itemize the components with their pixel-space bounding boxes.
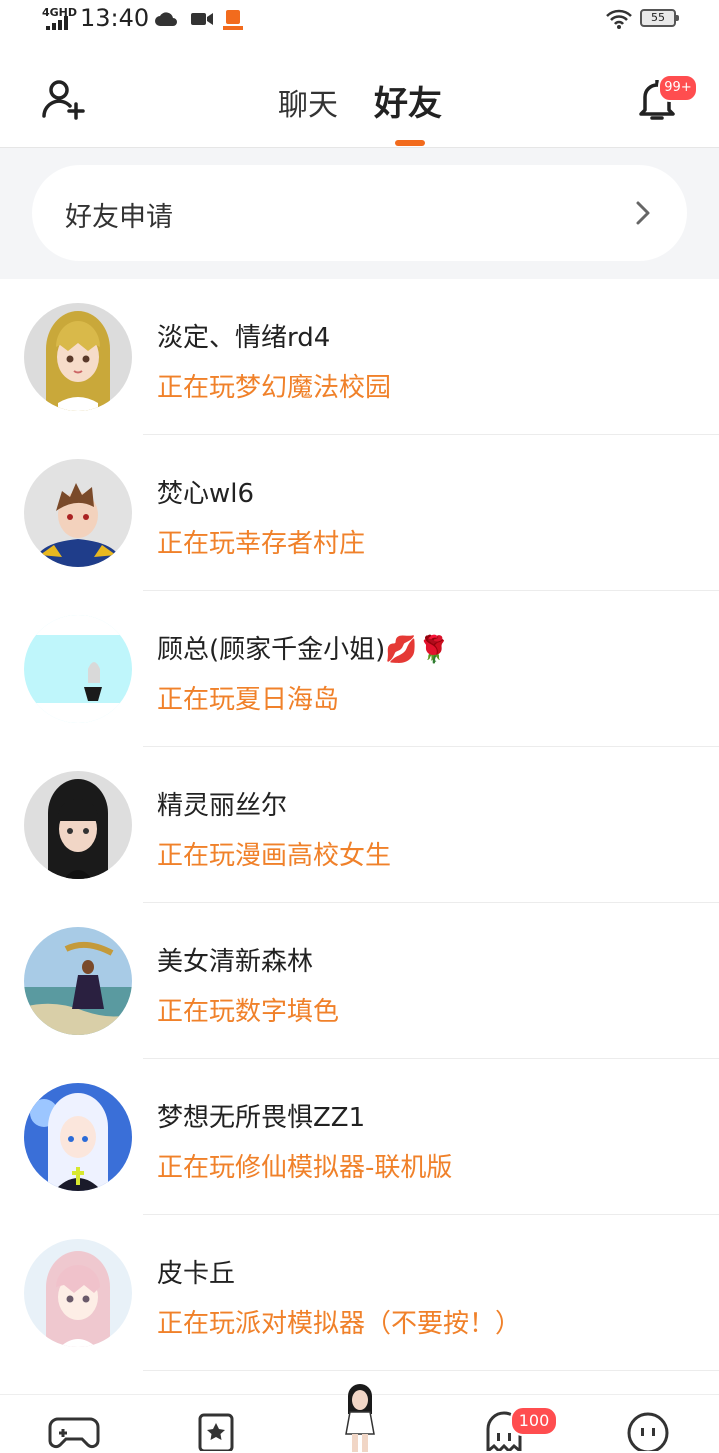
tab-chat[interactable]: 聊天: [278, 80, 338, 124]
status-bar: 4GHD 13:40 55: [0, 0, 719, 40]
top-bar: 聊天 好友 99+: [0, 40, 719, 148]
friend-request-label: 好友申请: [65, 202, 173, 233]
friend-row[interactable]: 美女清新森林 正在玩数字填色: [0, 903, 719, 1059]
friend-status: 正在玩幸存者村庄: [157, 529, 366, 559]
avatar-character[interactable]: [332, 1384, 388, 1452]
friend-name: 皮卡丘: [157, 1259, 236, 1289]
friend-row[interactable]: 精灵丽丝尔 正在玩漫画高校女生: [0, 747, 719, 903]
friend-row[interactable]: 梦想无所畏惧ZZ1 正在玩修仙模拟器-联机版: [0, 1059, 719, 1215]
friend-request-section: 好友申请: [0, 148, 719, 279]
gamepad-icon[interactable]: [48, 1411, 100, 1451]
avatar[interactable]: [24, 459, 132, 567]
star-card-icon[interactable]: [197, 1411, 235, 1451]
friend-status: 正在玩数字填色: [157, 997, 340, 1027]
friend-status: 正在玩修仙模拟器-联机版: [157, 1153, 453, 1183]
friend-name: 梦想无所畏惧ZZ1: [157, 1103, 366, 1133]
friend-name: 顾总(顾家千金小姐)💋🌹: [157, 635, 451, 665]
friend-name: 淡定、情绪rd4: [157, 323, 331, 353]
friend-row[interactable]: 焚心wl6 正在玩幸存者村庄: [0, 435, 719, 591]
app-notification-icon: [223, 10, 243, 30]
friend-row[interactable]: 皮卡丘 正在玩派对模拟器（不要按！）: [0, 1215, 719, 1371]
video-icon: [191, 13, 213, 25]
friend-row[interactable]: 淡定、情绪rd4 正在玩梦幻魔法校园: [0, 279, 719, 435]
add-friend-icon[interactable]: [40, 78, 86, 120]
cloud-icon: [155, 12, 177, 26]
friend-row[interactable]: 顾总(顾家千金小姐)💋🌹 正在玩夏日海岛: [0, 591, 719, 747]
chat-face-icon[interactable]: [626, 1411, 670, 1451]
active-tab-indicator: [395, 140, 425, 146]
signal-icon: [46, 16, 68, 30]
friend-status: 正在玩漫画高校女生: [157, 841, 392, 871]
friend-status: 正在玩派对模拟器（不要按！）: [157, 1309, 522, 1339]
avatar[interactable]: [24, 615, 132, 723]
wifi-icon: [606, 9, 632, 29]
avatar[interactable]: [24, 771, 132, 879]
notification-badge: 99+: [658, 74, 698, 102]
avatar[interactable]: [24, 1083, 132, 1191]
friend-status: 正在玩夏日海岛: [157, 685, 340, 715]
avatar[interactable]: [24, 303, 132, 411]
friend-name: 美女清新森林: [157, 947, 314, 977]
clock: 13:40: [80, 4, 150, 32]
friend-name: 焚心wl6: [157, 479, 255, 509]
divider: [143, 1370, 719, 1371]
friend-name: 精灵丽丝尔: [157, 791, 288, 821]
chevron-right-icon: [636, 201, 650, 225]
ghost-badge: 100: [510, 1406, 558, 1436]
tab-friends[interactable]: 好友: [374, 76, 442, 125]
friend-request-button[interactable]: 好友申请: [32, 165, 687, 261]
avatar[interactable]: [24, 1239, 132, 1347]
battery-indicator: 55: [640, 9, 679, 27]
friend-status: 正在玩梦幻魔法校园: [157, 373, 392, 403]
avatar[interactable]: [24, 927, 132, 1035]
